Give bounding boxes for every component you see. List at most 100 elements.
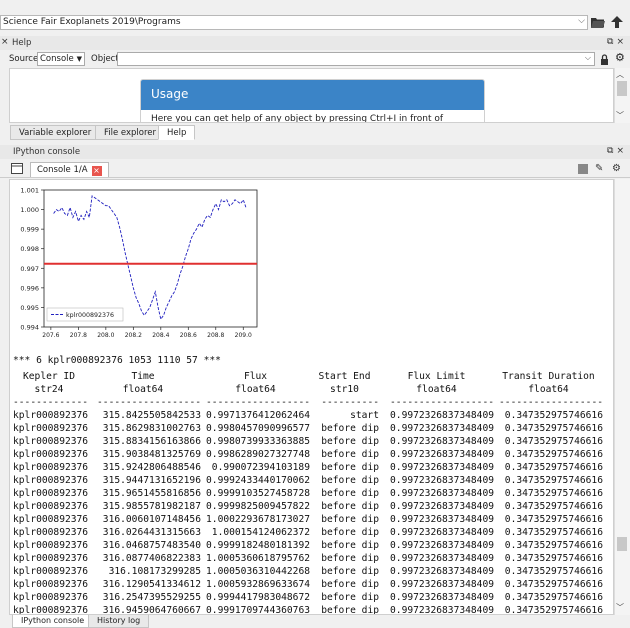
y-tick-label: 0.995: [20, 304, 39, 312]
working-directory-combo[interactable]: Science Fair Exoplanets 2019\Programs ⌵: [0, 15, 588, 30]
table-cell: 0.9972326837348409: [390, 579, 494, 590]
object-input[interactable]: ⌵: [117, 52, 595, 66]
table-cell: 316.2547395529255: [102, 592, 201, 603]
table-cell: before dip: [321, 540, 379, 551]
eraser-icon[interactable]: ✎: [595, 163, 603, 174]
help-scrollbar[interactable]: ︿ ﹀: [614, 68, 630, 123]
gear-icon[interactable]: ⚙: [612, 163, 621, 174]
tab-ipython-console[interactable]: IPython console: [12, 615, 94, 628]
results-table: Kepler ID Time Flux Start End Flux Limit Tran…: [13, 370, 603, 615]
column-dtype: str10: [330, 384, 359, 395]
scroll-down-icon[interactable]: ﹀: [616, 602, 624, 613]
console-scroll-thumb[interactable]: [617, 537, 627, 551]
table-cell: 0.9994417983048672: [206, 592, 310, 603]
table-row: kplr000892376 316.9459064760667 0.99917097…: [13, 604, 603, 615]
table-cell: kplr000892376: [13, 527, 89, 538]
x-tick-label: 208.6: [180, 332, 197, 339]
table-row: kplr000892376 315.8629831002763 0.99804570…: [13, 422, 603, 435]
table-cell: 0.9972326837348409: [390, 540, 494, 551]
y-tick-label: 0.997: [20, 265, 39, 273]
table-cell: 0.347352975746616: [504, 527, 603, 538]
table-cell: 1.0005360618795762: [206, 553, 310, 564]
table-row: kplr000892376 316.2547395529255 0.99944179…: [13, 591, 603, 604]
y-tick-label: 1.001: [20, 188, 39, 195]
tab-file-explorer[interactable]: File explorer: [95, 125, 166, 140]
table-cell: 1.0005932869633674: [206, 579, 310, 590]
pane-window-controls[interactable]: ⧉×: [607, 37, 627, 47]
table-cell: 315.9038481325769: [102, 449, 201, 460]
table-cell: 0.9972326837348409: [390, 449, 494, 460]
console-tab[interactable]: Console 1/A ×: [30, 162, 109, 177]
x-tick-label: 207.6: [42, 332, 59, 339]
column-separator: ------------------: [499, 397, 603, 408]
table-cell: 1.000154124062372: [211, 527, 310, 538]
table-cell: 0.347352975746616: [504, 462, 603, 473]
chevron-down-icon[interactable]: ⌵: [585, 53, 591, 63]
tab-variable-explorer[interactable]: Variable explorer: [10, 125, 101, 140]
lock-icon[interactable]: [600, 54, 609, 65]
table-cell: 0.347352975746616: [504, 436, 603, 447]
source-select[interactable]: Console ▼: [37, 52, 85, 66]
table-cell: before dip: [321, 423, 379, 434]
table-cell: 0.347352975746616: [504, 605, 603, 615]
y-tick-label: 0.998: [20, 245, 39, 253]
table-cell: before dip: [321, 462, 379, 473]
new-console-icon[interactable]: [11, 163, 23, 174]
table-cell: 0.9972326837348409: [390, 410, 494, 421]
pane-window-controls[interactable]: ⧉×: [607, 146, 627, 156]
table-cell: 0.9972326837348409: [390, 605, 494, 615]
table-cell: 0.347352975746616: [504, 449, 603, 460]
table-dtype-row: str24 float64 float64 str10 float64 float64: [13, 383, 603, 396]
column-dtype: str24: [34, 384, 64, 395]
table-cell: 0.9999825009457822: [206, 501, 310, 512]
close-icon[interactable]: ×: [91, 166, 102, 176]
table-cell: before dip: [321, 488, 379, 499]
x-tick-label: 208.2: [125, 332, 142, 339]
help-pane-title: Help: [12, 38, 32, 48]
table-row: kplr000892376 316.0060107148456 1.00022936…: [13, 513, 603, 526]
source-select-value: Console: [40, 54, 74, 64]
scroll-up-icon[interactable]: ︿: [616, 69, 624, 80]
gear-icon[interactable]: ⚙: [615, 51, 625, 64]
pane-tabs: Variable explorer File explorer Help: [0, 124, 630, 141]
table-cell: 0.347352975746616: [504, 501, 603, 512]
tab-history-log[interactable]: History log: [88, 615, 150, 628]
table-row: kplr000892376 315.9447131652196 0.99924334…: [13, 474, 603, 487]
table-cell: before dip: [321, 527, 379, 538]
table-cell: 0.9972326837348409: [390, 553, 494, 564]
table-cell: 316.0060107148456: [102, 514, 201, 525]
working-directory-value: Science Fair Exoplanets 2019\Programs: [3, 17, 181, 27]
table-cell: 0.9992433440170062: [206, 475, 310, 486]
chevron-down-icon[interactable]: ⌵: [578, 16, 585, 26]
object-label: Object: [91, 54, 119, 64]
table-cell: 315.9242806488546: [102, 462, 201, 473]
console-output[interactable]: 0.994 0.995 0.996 0.997 0.998 0.999 1.000 1.001…: [9, 179, 614, 615]
table-cell: kplr000892376: [13, 449, 89, 460]
x-tick-label: 207.8: [70, 332, 87, 339]
arrow-up-icon[interactable]: [610, 15, 624, 29]
folder-open-icon[interactable]: [590, 15, 606, 29]
help-pane-title-bar: × Help ⧉×: [0, 36, 630, 50]
table-cell: 0.347352975746616: [504, 488, 603, 499]
table-cell: kplr000892376: [13, 475, 89, 486]
column-separator: -------------: [13, 397, 89, 408]
table-cell: 0.9991709744360763: [206, 605, 310, 615]
table-row: kplr000892376 316.0468757483540 0.99991824…: [13, 539, 603, 552]
close-icon[interactable]: ×: [1, 37, 9, 47]
table-cell: 0.347352975746616: [504, 423, 603, 434]
table-cell: 315.9651455816856: [102, 488, 201, 499]
table-cell: before dip: [321, 592, 379, 603]
table-cell: 0.347352975746616: [504, 553, 603, 564]
table-cell: 0.9980457090996577: [206, 423, 310, 434]
table-row: kplr000892376 316.108173299285 1.000503631…: [13, 565, 603, 578]
table-body: kplr000892376 315.8425505842533 0.99713764…: [13, 409, 603, 615]
help-scroll-thumb[interactable]: [617, 81, 627, 96]
column-dtype: float64: [122, 384, 164, 395]
console-scrollbar[interactable]: ﹀: [614, 179, 630, 615]
y-tick-label: 0.994: [20, 324, 39, 332]
tab-help[interactable]: Help: [158, 125, 196, 140]
stop-icon[interactable]: [578, 164, 588, 174]
table-cell: before dip: [321, 501, 379, 512]
scroll-down-icon[interactable]: ﹀: [616, 110, 624, 121]
table-cell: 0.9972326837348409: [390, 514, 494, 525]
